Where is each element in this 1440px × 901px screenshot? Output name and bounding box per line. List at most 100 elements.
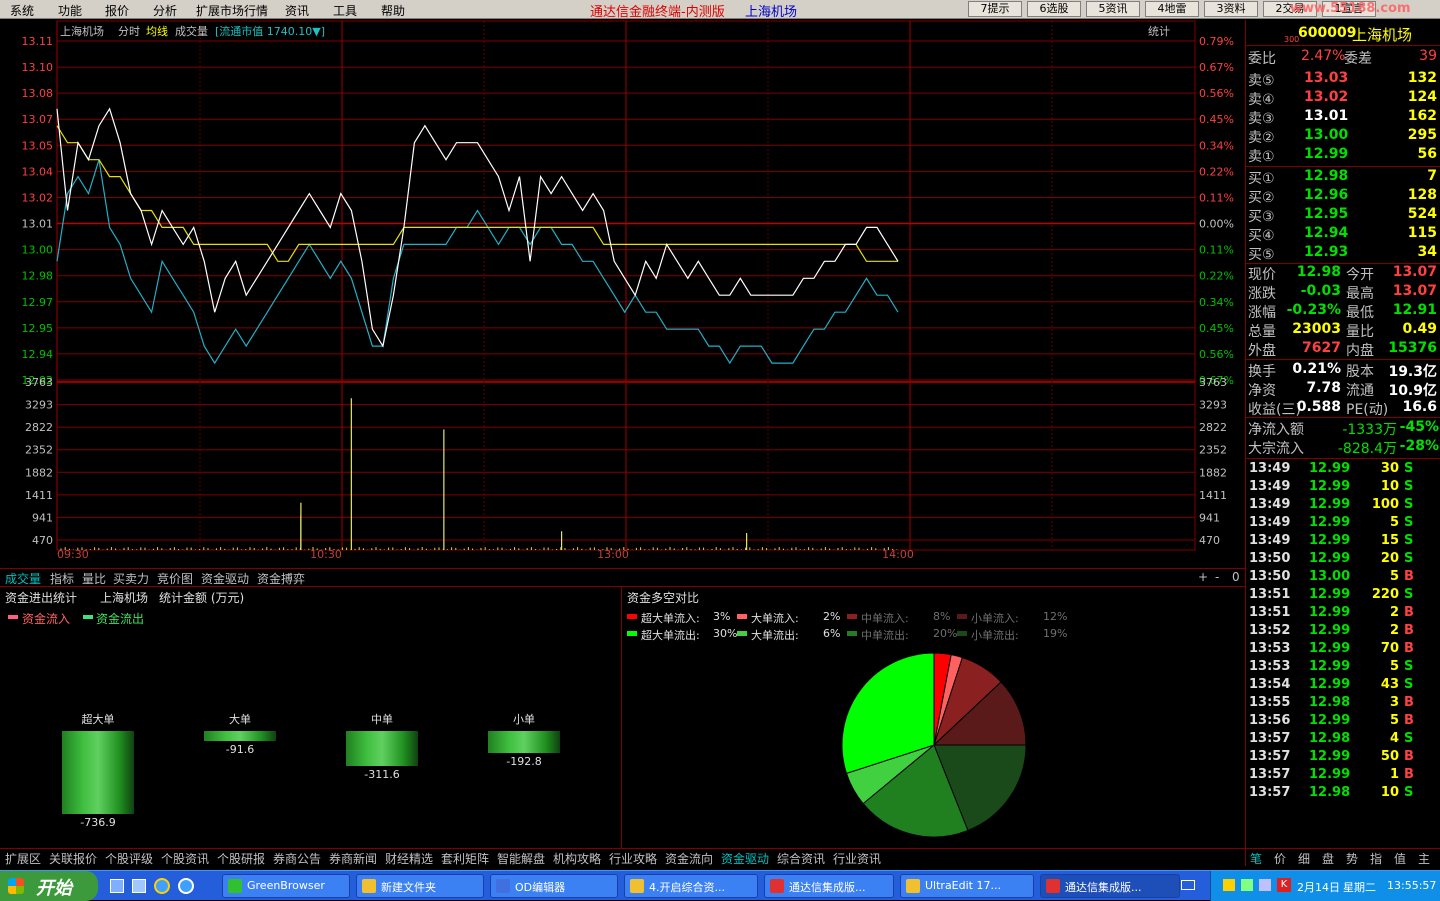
tick-row[interactable]: 13:49 12.99 15 S [1246,532,1440,550]
menu-function[interactable]: 功能 [58,2,82,19]
toolbar-button-mine[interactable]: 4地雷 [1145,1,1199,17]
toolbar-button-data[interactable]: 3资料 [1204,1,1258,17]
chart-stat-button[interactable]: 统计 [1148,23,1170,39]
start-button[interactable]: 开始 [0,871,98,901]
taskbar-task[interactable]: OD编辑器 [490,874,618,898]
toolbar-button-news[interactable]: 5资讯 [1086,1,1140,17]
bottom-tab[interactable]: 财经精选 [385,850,433,867]
tick-row[interactable]: 13:57 12.99 50 B [1246,748,1440,766]
toolbar-button-tips[interactable]: 7提示 [968,1,1022,17]
divider [1246,458,1440,459]
side-tab[interactable]: 值 [1394,850,1406,867]
tick-row[interactable]: 13:49 12.99 30 S [1246,460,1440,478]
tick-row[interactable]: 13:51 12.99 2 B [1246,604,1440,622]
menu-extended-market[interactable]: 扩展市场行情 [196,2,268,19]
menu-info[interactable]: 资讯 [285,2,309,19]
bottom-tab[interactable]: 关联报价 [49,850,97,867]
pie-legend-pct: 12% [1043,610,1068,623]
side-tab[interactable]: 笔 [1250,850,1262,867]
bottom-tab[interactable]: 资金驱动 [721,850,769,867]
keyboard-icon[interactable] [1181,880,1195,890]
intraday-chart[interactable]: 13.11 0.79% 13.10 0.67% 13.08 0.56% 13.07 0.45%… [0,20,1245,568]
tick-row[interactable]: 13:57 12.98 4 S [1246,730,1440,748]
quick-launch-icon[interactable] [110,879,124,893]
tick-row[interactable]: 13:49 12.99 10 S [1246,478,1440,496]
taskbar-task[interactable]: GreenBrowser [222,874,350,898]
chart-market-cap[interactable]: [流通市值 1740.10▼] [215,23,325,39]
app-tray-icon[interactable] [1241,879,1253,891]
network-icon[interactable] [1223,879,1235,891]
tab-buy-sell-power[interactable]: 买卖力 [113,570,149,587]
bottom-tab[interactable]: 券商新闻 [329,850,377,867]
bottom-tab[interactable]: 扩展区 [5,850,41,867]
tab-fund-drive[interactable]: 资金驱动 [201,570,249,587]
app-tray-icon[interactable] [1259,879,1271,891]
bottom-tab[interactable]: 机构攻略 [553,850,601,867]
toolbar-button-select[interactable]: 6选股 [1027,1,1081,17]
taskbar-task[interactable]: 新建文件夹 [356,874,484,898]
side-tab[interactable]: 主 [1418,850,1430,867]
bottom-tab[interactable]: 行业资讯 [833,850,881,867]
bottom-tab[interactable]: 个股资讯 [161,850,209,867]
tab-indicator[interactable]: 指标 [50,570,74,587]
quick-launch-icon[interactable] [132,879,146,893]
zoom-in-button[interactable]: + [1198,570,1208,584]
volume-tick-label: 1882 [1199,466,1227,479]
tick-row[interactable]: 13:52 12.99 2 B [1246,622,1440,640]
bottom-tab[interactable]: 资金流向 [665,850,713,867]
menu-tools[interactable]: 工具 [333,2,357,19]
bottom-tab[interactable]: 个股研报 [217,850,265,867]
menu-help[interactable]: 帮助 [381,2,405,19]
side-tab[interactable]: 势 [1346,850,1358,867]
bottom-tab[interactable]: 套利矩阵 [441,850,489,867]
tab-auction[interactable]: 竞价图 [157,570,193,587]
tick-row[interactable]: 13:55 12.98 3 B [1246,694,1440,712]
tick-row[interactable]: 13:53 12.99 70 B [1246,640,1440,658]
taskbar-task[interactable]: UltraEdit 17... [900,874,1034,898]
tab-volume[interactable]: 成交量 [5,570,41,587]
tab-fund-game[interactable]: 资金搏弈 [257,570,305,587]
zoom-out-button[interactable]: - [1215,570,1219,584]
side-tab[interactable]: 价 [1274,850,1286,867]
tick-time: 13:54 [1249,677,1291,692]
side-tab[interactable]: 指 [1370,850,1382,867]
intraday-chart-svg[interactable]: 13.11 0.79% 13.10 0.67% 13.08 0.56% 13.07 0.45%… [0,20,1245,568]
tick-volume: 3 [1389,695,1399,710]
ask-volume: 132 [1407,70,1437,86]
bottom-tab[interactable]: 行业攻略 [609,850,657,867]
stat-label: 换手 [1248,364,1276,380]
tick-side: S [1404,731,1414,746]
side-tab[interactable]: 细 [1298,850,1310,867]
tick-row[interactable]: 13:57 12.98 10 S [1246,784,1440,802]
ie-icon[interactable] [178,878,194,894]
tick-row[interactable]: 13:53 12.99 5 S [1246,658,1440,676]
bottom-tabs: 扩展区 关联报价 个股评级 个股资讯 个股研报 券商公告 券商新闻 财经精选 套利矩阵 智能解盘机… [0,848,1245,866]
bottom-tab[interactable]: 综合资讯 [777,850,825,867]
tick-row[interactable]: 13:54 12.99 43 S [1246,676,1440,694]
taskbar-task[interactable]: 通达信集成版... [764,874,894,898]
tick-row[interactable]: 13:49 12.99 100 S [1246,496,1440,514]
reset-button[interactable]: 0 [1232,570,1240,584]
tick-row[interactable]: 13:51 12.99 220 S [1246,586,1440,604]
menu-analysis[interactable]: 分析 [153,2,177,19]
bottom-tab[interactable]: 券商公告 [273,850,321,867]
tray-clock[interactable]: 13:55:57 [1387,879,1436,892]
ie-icon[interactable] [154,878,170,894]
tick-row[interactable]: 13:57 12.99 1 B [1246,766,1440,784]
tick-row[interactable]: 13:49 12.99 5 S [1246,514,1440,532]
pie-legend-swatch [627,631,637,636]
stock-code: 600009 [1298,25,1357,41]
tab-volume-ratio[interactable]: 量比 [82,570,106,587]
tick-row[interactable]: 13:50 12.99 20 S [1246,550,1440,568]
tick-row[interactable]: 13:50 13.00 5 B [1246,568,1440,586]
side-tab[interactable]: 盘 [1322,850,1334,867]
kingsoft-icon[interactable]: K [1277,878,1291,892]
taskbar-task[interactable]: 通达信集成版... [1040,874,1180,898]
taskbar-task[interactable]: 4.开启综合资... [624,874,758,898]
menu-quote[interactable]: 报价 [105,2,129,19]
bottom-tab[interactable]: 个股评级 [105,850,153,867]
menu-system[interactable]: 系统 [10,2,34,19]
chart-mode[interactable]: 分时 [118,23,140,39]
bottom-tab[interactable]: 智能解盘 [497,850,545,867]
tick-row[interactable]: 13:56 12.99 5 B [1246,712,1440,730]
